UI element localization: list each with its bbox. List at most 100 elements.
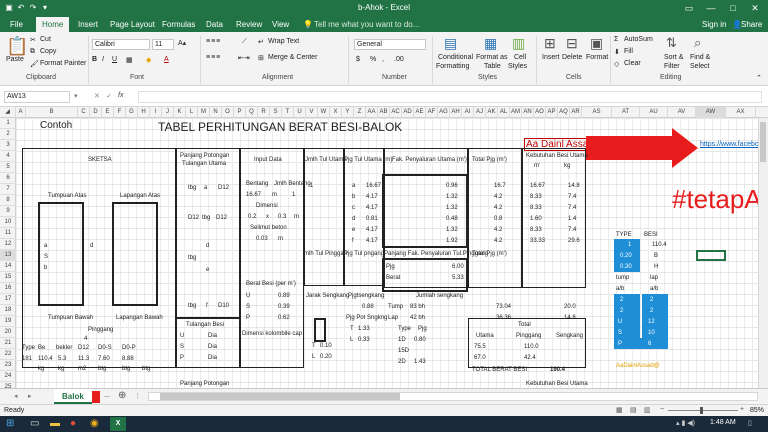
paste-icon[interactable]: 📋 bbox=[6, 36, 28, 57]
start-icon[interactable]: ⊞ bbox=[6, 418, 14, 429]
decimal-icon[interactable]: .00 bbox=[394, 56, 404, 63]
enter-icon[interactable]: ✓ bbox=[106, 92, 112, 100]
percent-button[interactable]: % bbox=[370, 56, 376, 63]
font-name-box[interactable]: Calibri bbox=[92, 39, 150, 50]
copy-button[interactable]: Copy bbox=[40, 48, 56, 55]
row-header[interactable]: 21 bbox=[0, 338, 16, 349]
fill-button[interactable]: Fill bbox=[624, 48, 633, 55]
explorer-icon[interactable]: ▭ bbox=[30, 418, 39, 429]
column-header[interactable]: P bbox=[234, 107, 246, 118]
column-header[interactable]: O bbox=[222, 107, 234, 118]
column-header[interactable]: W bbox=[318, 107, 330, 118]
selected-cell[interactable] bbox=[696, 250, 726, 261]
excel-taskbar-icon[interactable]: X bbox=[110, 417, 126, 431]
facebook-link[interactable]: https://www.facebo bbox=[700, 141, 759, 149]
wrap-text-icon[interactable]: ↵ bbox=[258, 38, 264, 46]
row-header[interactable]: 6 bbox=[0, 173, 16, 184]
row-header[interactable]: 24 bbox=[0, 371, 16, 382]
format-cells-icon[interactable]: ▣ bbox=[590, 35, 603, 52]
name-box-dropdown-icon[interactable]: ▾ bbox=[74, 92, 78, 100]
merge-icon[interactable]: ⊞ bbox=[258, 54, 264, 62]
column-header[interactable]: L bbox=[186, 107, 198, 118]
column-header[interactable]: AR bbox=[570, 107, 582, 118]
column-header[interactable]: J bbox=[162, 107, 174, 118]
collapse-ribbon-icon[interactable]: ⌃ bbox=[756, 74, 762, 82]
column-header[interactable]: AD bbox=[402, 107, 414, 118]
more-sheets-button[interactable]: ... bbox=[104, 392, 110, 399]
column-header[interactable]: H bbox=[138, 107, 150, 118]
zoom-slider[interactable] bbox=[668, 410, 738, 411]
column-header[interactable]: AI bbox=[462, 107, 474, 118]
column-header[interactable]: T bbox=[282, 107, 294, 118]
tab-insert[interactable]: Insert bbox=[78, 17, 98, 32]
find-select-icon[interactable]: ⌕ bbox=[694, 35, 701, 51]
tab-home[interactable]: Home bbox=[36, 17, 70, 32]
folder-icon[interactable]: ▬ bbox=[50, 418, 60, 429]
browser-icon[interactable]: ◉ bbox=[90, 418, 99, 429]
clear-button[interactable]: Clear bbox=[624, 60, 641, 67]
column-header[interactable]: G bbox=[126, 107, 138, 118]
worksheet-grid[interactable]: Contoh TABEL PERHITUNGAN BERAT BESI-BALO… bbox=[16, 118, 768, 388]
column-header[interactable]: AF bbox=[426, 107, 438, 118]
italic-button[interactable]: I bbox=[102, 56, 104, 63]
zoom-slider-thumb[interactable] bbox=[700, 407, 703, 414]
format-as-table-button-line2[interactable]: Table bbox=[484, 63, 501, 70]
fill-color-icon[interactable]: ◆ bbox=[146, 56, 151, 64]
column-header[interactable]: I bbox=[150, 107, 162, 118]
column-header[interactable]: AP bbox=[546, 107, 558, 118]
conditional-formatting-button-line2[interactable]: Formatting bbox=[436, 63, 469, 70]
format-as-table-button[interactable]: Format as bbox=[476, 54, 508, 61]
column-header[interactable]: K bbox=[174, 107, 186, 118]
cell-styles-icon[interactable]: ▥ bbox=[512, 35, 525, 52]
column-header[interactable]: V bbox=[306, 107, 318, 118]
column-header[interactable]: Y bbox=[342, 107, 354, 118]
column-header[interactable]: AJ bbox=[474, 107, 486, 118]
indent-icon[interactable]: ⇤⇥ bbox=[238, 54, 250, 62]
currency-button[interactable]: $ bbox=[356, 56, 360, 63]
column-header[interactable]: X bbox=[330, 107, 342, 118]
notification-icon[interactable]: ▯ bbox=[748, 419, 752, 427]
tab-file[interactable]: File bbox=[10, 17, 23, 32]
sign-in-link[interactable]: Sign in bbox=[702, 17, 726, 32]
column-header[interactable]: F bbox=[114, 107, 126, 118]
delete-cells-button[interactable]: Delete bbox=[562, 54, 582, 61]
row-header[interactable]: 12 bbox=[0, 239, 16, 250]
row-header[interactable]: 4 bbox=[0, 151, 16, 162]
cell-styles-button[interactable]: Cell bbox=[514, 54, 526, 61]
column-header[interactable]: AN bbox=[522, 107, 534, 118]
number-format-box[interactable]: General bbox=[354, 39, 426, 50]
column-header[interactable]: Z bbox=[354, 107, 366, 118]
row-header[interactable]: 13 bbox=[0, 250, 16, 261]
column-header[interactable]: AB bbox=[378, 107, 390, 118]
row-header[interactable]: 15 bbox=[0, 272, 16, 283]
red-sheet-tab[interactable] bbox=[92, 391, 100, 403]
column-header[interactable]: E bbox=[102, 107, 114, 118]
row-header[interactable]: 16 bbox=[0, 283, 16, 294]
find-select-button[interactable]: Find & bbox=[690, 54, 710, 61]
column-header[interactable]: M bbox=[198, 107, 210, 118]
horizontal-scroll-thumb[interactable] bbox=[160, 393, 400, 400]
column-header[interactable]: AC bbox=[390, 107, 402, 118]
insert-cells-icon[interactable]: ⊞ bbox=[544, 35, 556, 52]
row-header[interactable]: 23 bbox=[0, 360, 16, 371]
row-header[interactable]: 2 bbox=[0, 129, 16, 140]
tabs-splitter-icon[interactable]: ⋮ bbox=[134, 392, 141, 400]
zoom-level[interactable]: 85% bbox=[750, 407, 764, 414]
column-header[interactable]: AM bbox=[510, 107, 522, 118]
select-all-corner[interactable]: ◢ bbox=[0, 107, 16, 118]
column-header[interactable]: B bbox=[26, 107, 78, 118]
bold-button[interactable]: B bbox=[92, 56, 97, 63]
insert-function-button[interactable]: fx bbox=[118, 92, 123, 99]
column-header[interactable]: S bbox=[270, 107, 282, 118]
fill-icon[interactable]: ⬇ bbox=[614, 48, 620, 56]
close-icon[interactable]: ✕ bbox=[744, 0, 766, 17]
column-header[interactable]: AL bbox=[498, 107, 510, 118]
cell-styles-button-line2[interactable]: Styles bbox=[508, 63, 527, 70]
column-header[interactable]: AU bbox=[640, 107, 668, 118]
delete-cells-icon[interactable]: ⊟ bbox=[566, 35, 578, 52]
border-icon[interactable]: ▦ bbox=[126, 56, 133, 64]
row-header[interactable]: 7 bbox=[0, 184, 16, 195]
minimize-icon[interactable]: — bbox=[700, 0, 722, 17]
column-header[interactable]: R bbox=[258, 107, 270, 118]
zoom-in-icon[interactable]: + bbox=[740, 406, 744, 413]
